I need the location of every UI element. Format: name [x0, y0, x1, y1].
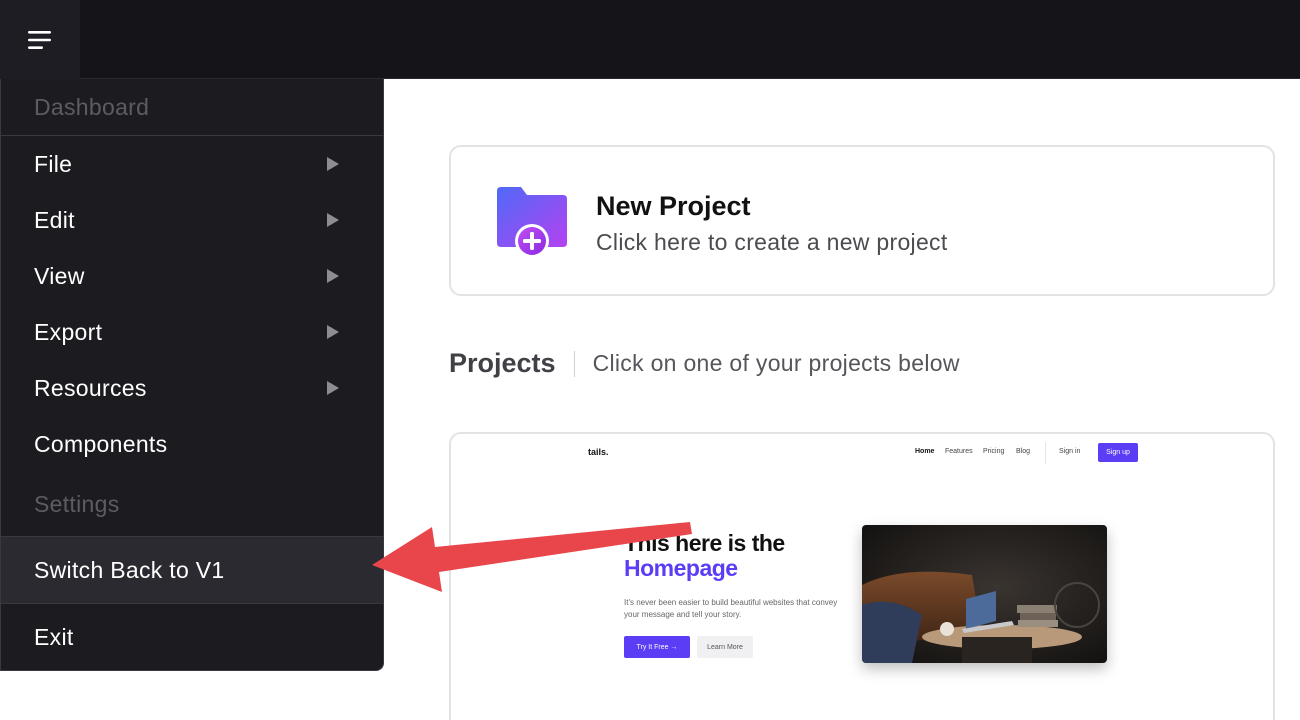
- menu-item-view[interactable]: View: [1, 248, 383, 304]
- menu-item-label: Dashboard: [34, 93, 150, 120]
- preview-nav-pricing: Pricing: [983, 448, 1005, 455]
- annotation-arrow-icon: [372, 522, 692, 592]
- menu-item-label: File: [34, 150, 73, 177]
- menu-item-resources[interactable]: Resources: [1, 360, 383, 416]
- new-project-title: New Project: [596, 191, 751, 221]
- new-project-subtitle: Click here to create a new project: [596, 229, 948, 255]
- menu-item-file[interactable]: File: [1, 136, 383, 192]
- menu-item-label: Export: [34, 318, 103, 345]
- menu-item-label: Switch Back to V1: [34, 556, 225, 583]
- preview-try-free-button: Try It Free →: [624, 636, 690, 658]
- menu-item-exit[interactable]: Exit: [1, 604, 383, 670]
- menu-item-label: Components: [34, 430, 168, 457]
- preview-sign-in: Sign in: [1059, 448, 1081, 455]
- menu-item-settings: Settings: [1, 476, 383, 532]
- menu-item-export[interactable]: Export: [1, 304, 383, 360]
- menu-item-label: Edit: [34, 206, 75, 233]
- menu-item-dashboard: Dashboard: [1, 79, 383, 135]
- menu-item-label: Resources: [34, 374, 147, 401]
- preview-sign-up-button: Sign up: [1098, 443, 1138, 462]
- heading-separator: [573, 350, 575, 377]
- preview-learn-more-button: Learn More: [697, 636, 753, 658]
- menu-item-components[interactable]: Components: [1, 416, 383, 472]
- projects-heading: Projects Click on one of your projects b…: [449, 348, 960, 379]
- menu-item-label: Exit: [34, 623, 74, 650]
- submenu-arrow-icon: [327, 157, 339, 171]
- submenu-arrow-icon: [327, 213, 339, 227]
- preview-paragraph: It's never been easier to build beautifu…: [624, 598, 838, 619]
- preview-hero-image: [862, 525, 1107, 663]
- preview-nav-features: Features: [945, 448, 973, 455]
- new-project-card[interactable]: New Project Click here to create a new p…: [449, 145, 1275, 296]
- menu-item-switch-back-v1[interactable]: Switch Back to V1: [1, 537, 383, 603]
- top-bar: [0, 0, 1300, 79]
- main-menu-dropdown: Dashboard File Edit View Export Resource…: [0, 79, 384, 671]
- folder-plus-icon: [497, 187, 567, 258]
- submenu-arrow-icon: [327, 269, 339, 283]
- menu-item-label: View: [34, 262, 85, 289]
- projects-subtitle: Click on one of your projects below: [592, 350, 960, 376]
- preview-nav-blog: Blog: [1016, 448, 1031, 455]
- preview-nav-separator: [1045, 442, 1046, 464]
- projects-title: Projects: [449, 348, 556, 378]
- submenu-arrow-icon: [327, 381, 339, 395]
- preview-nav-home: Home: [915, 448, 935, 455]
- menu-item-label: Settings: [34, 490, 120, 517]
- hamburger-menu-button[interactable]: [0, 0, 80, 79]
- hamburger-icon: [28, 30, 51, 49]
- submenu-arrow-icon: [327, 325, 339, 339]
- menu-item-edit[interactable]: Edit: [1, 192, 383, 248]
- preview-logo: tails.: [588, 447, 609, 457]
